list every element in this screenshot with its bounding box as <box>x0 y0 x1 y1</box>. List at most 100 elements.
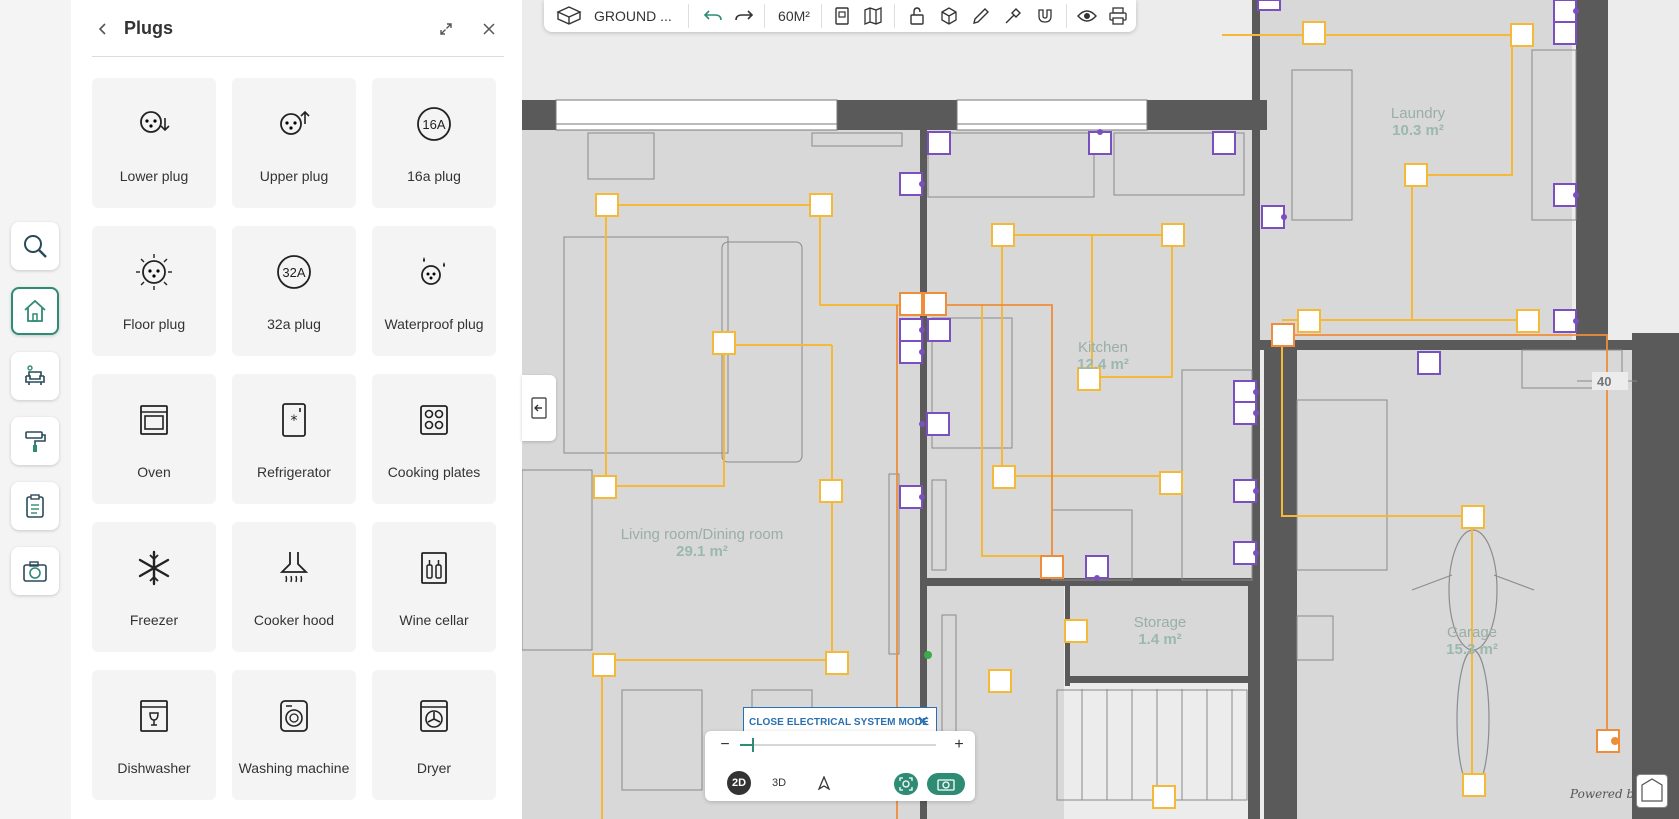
refrigerator-icon: * <box>282 403 306 437</box>
plug-card-refrigerator[interactable]: * Refrigerator <box>232 374 356 504</box>
lock-button[interactable] <box>904 4 930 28</box>
close-panel-button[interactable] <box>477 17 501 41</box>
plug-card-waterproof[interactable]: Waterproof plug <box>372 226 496 356</box>
separator <box>821 4 822 28</box>
furniture-icon <box>25 365 45 385</box>
zoom-out-button[interactable]: − <box>717 736 733 753</box>
area-indicator[interactable]: 60M² <box>772 4 816 28</box>
visibility-button[interactable] <box>1074 4 1100 28</box>
cooking-plates-icon <box>420 405 448 435</box>
divider <box>92 56 504 57</box>
plug-card-floor[interactable]: Floor plug <box>92 226 216 356</box>
eye-icon <box>1077 10 1097 22</box>
view-2d-button[interactable]: 2D <box>727 771 751 795</box>
brand-logo-icon <box>1641 778 1663 802</box>
plug-label: Cooking plates <box>387 464 481 480</box>
recenter-icon <box>899 777 913 791</box>
wine-cellar-icon <box>421 552 447 584</box>
cooker-hood-icon <box>279 552 309 583</box>
view-3d-button[interactable]: 3D <box>767 771 791 795</box>
cube-button[interactable] <box>936 4 962 28</box>
magnet-button[interactable] <box>1032 4 1058 28</box>
close-icon[interactable] <box>916 714 930 728</box>
zoom-in-button[interactable]: + <box>951 736 967 753</box>
redo-icon <box>735 10 754 21</box>
plug-label: Dryer <box>416 760 452 776</box>
plug-card-upper[interactable]: Upper plug <box>232 78 356 208</box>
pencil-icon <box>973 8 989 24</box>
chevron-left-icon <box>98 23 106 35</box>
document-button[interactable] <box>829 4 855 28</box>
svg-text:*: * <box>291 413 298 429</box>
floor-layers-icon <box>556 6 582 25</box>
expand-button[interactable] <box>434 17 458 41</box>
plug-card-wine-cellar[interactable]: Wine cellar <box>372 522 496 652</box>
tool-rail <box>0 0 72 819</box>
room-name: Storage <box>1133 614 1187 631</box>
oven-icon <box>140 405 168 435</box>
back-button[interactable] <box>91 17 115 41</box>
floor-3d-icon-wrap[interactable] <box>554 4 584 28</box>
close-icon <box>483 23 495 35</box>
room-name: Living room/Dining room <box>620 526 784 543</box>
floor-plug-icon <box>136 254 172 290</box>
paint-roller-button[interactable] <box>11 417 59 465</box>
separator <box>688 4 689 28</box>
navigate-button[interactable] <box>812 771 836 795</box>
zoom-slider-thumb[interactable] <box>751 738 754 752</box>
snapshot-button[interactable] <box>927 773 965 795</box>
print-icon <box>1109 7 1127 25</box>
plug-card-washing-machine[interactable]: Washing machine <box>232 670 356 800</box>
waterproof-plug-icon <box>421 257 445 285</box>
room-label-garage[interactable]: Garage 15.3 m² <box>1427 624 1517 658</box>
washing-machine-icon <box>280 700 308 732</box>
floor-selector[interactable]: GROUND ... <box>594 4 694 28</box>
floor-label: GROUND ... <box>594 8 672 24</box>
plug-label: Cooker hood <box>253 612 335 628</box>
room-label-living[interactable]: Living room/Dining room 29.1 m² <box>602 526 802 560</box>
pencil-button[interactable] <box>968 4 994 28</box>
floor-plan-canvas[interactable]: 40 Living room/Dining room 29.1 m² Kitch… <box>522 0 1679 819</box>
recenter-button[interactable] <box>894 773 918 795</box>
plug-card-dishwasher[interactable]: Dishwasher <box>92 670 216 800</box>
paint-roller-icon <box>25 431 46 452</box>
room-area: 10.3 m² <box>1392 122 1444 139</box>
room-label-laundry[interactable]: Laundry 10.3 m² <box>1368 105 1468 139</box>
undo-button[interactable] <box>699 4 727 28</box>
plug-card-dryer[interactable]: Dryer <box>372 670 496 800</box>
plug-card-freezer[interactable]: Freezer <box>92 522 216 652</box>
dryer-icon <box>420 700 448 732</box>
collapse-panel-button[interactable] <box>522 375 556 441</box>
plug-label: Freezer <box>129 612 179 628</box>
32a-text: 32A <box>282 265 305 280</box>
zoom-slider[interactable] <box>740 738 936 752</box>
navigation-arrow-icon <box>817 776 831 790</box>
undo-icon <box>703 10 722 21</box>
plug-card-16a[interactable]: 16A 16a plug <box>372 78 496 208</box>
panel-title: Plugs <box>124 18 174 38</box>
furniture-button[interactable] <box>11 352 59 400</box>
clipboard-button[interactable] <box>11 482 59 530</box>
plug-card-lower[interactable]: Lower plug <box>92 78 216 208</box>
camera-button[interactable] <box>11 547 59 595</box>
room-label-kitchen[interactable]: Kitchen 12.4 m² <box>1053 339 1153 373</box>
search-button[interactable] <box>11 222 59 270</box>
plugs-panel: Plugs Lower plug Upper plug 16A 16a plug… <box>71 0 522 819</box>
plug-label: Upper plug <box>259 168 329 184</box>
plug-label: Waterproof plug <box>384 316 484 332</box>
clipboard-icon <box>26 494 44 518</box>
plug-card-cooking-plates[interactable]: Cooking plates <box>372 374 496 504</box>
plug-label: Washing machine <box>238 760 350 776</box>
print-button[interactable] <box>1105 4 1131 28</box>
plug-card-32a[interactable]: 32A 32a plug <box>232 226 356 356</box>
map-button[interactable] <box>860 4 886 28</box>
plug-card-cooker-hood[interactable]: Cooker hood <box>232 522 356 652</box>
plug-label: 16a plug <box>407 168 461 184</box>
room-label-storage[interactable]: Storage 1.4 m² <box>1120 614 1200 648</box>
plug-card-oven[interactable]: Oven <box>92 374 216 504</box>
separator <box>764 4 765 28</box>
eyedropper-button[interactable] <box>1000 4 1026 28</box>
redo-button[interactable] <box>730 4 758 28</box>
document-icon <box>835 7 849 25</box>
house-button[interactable] <box>11 287 59 335</box>
